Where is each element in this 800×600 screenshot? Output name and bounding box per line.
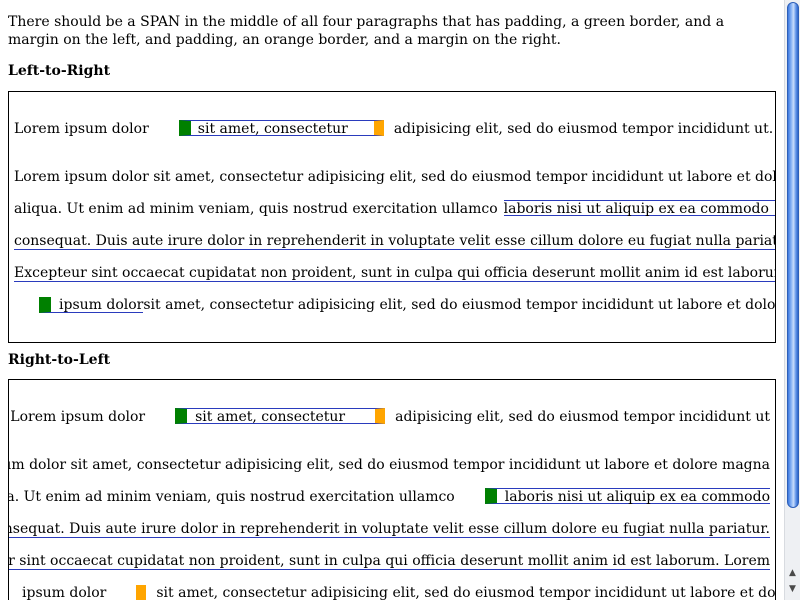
ltr-p2-line4: Excepteur sint occaecat cupidatat non pr… xyxy=(14,264,775,282)
ltr-p2-span-end: ipsum dolor xyxy=(39,297,144,313)
rtl-p1: .Lorem ipsum dolor sit amet, consectetur a… xyxy=(8,408,770,426)
rtl-box: .Lorem ipsum dolor sit amet, consectetur a… xyxy=(8,379,776,600)
ltr-p2-line1: Lorem ipsum dolor sit amet, consectetur … xyxy=(14,169,776,185)
scrollbar-thumb[interactable] xyxy=(787,2,799,508)
intro-text: There should be a SPAN in the middle of … xyxy=(8,14,725,48)
page-content: There should be a SPAN in the middle of … xyxy=(0,0,784,600)
ltr-p2-span-start: laboris nisi ut aliquip ex ea commodo xyxy=(503,200,775,217)
rtl-p2-line3: consequat. Duis aute irure dolor in repr… xyxy=(9,520,770,538)
rtl-p2-line1: Lorem ipsum dolor sit amet, consectetur … xyxy=(8,457,770,473)
rtl-p2-line2: aliqua. Ut enim ad minim veniam, quis no… xyxy=(8,488,770,506)
ltr-p2-line2-pre: aliqua. Ut enim ad minim veniam, quis no… xyxy=(14,201,498,217)
rtl-p2-line2-pre: aliqua. Ut enim ad minim veniam, quis no… xyxy=(8,489,455,505)
ltr-p2-line5: ipsum dolorsit amet, consectetur adipisi… xyxy=(39,296,776,314)
ltr-p1-post: adipisicing elit, sed do eiusmod tempor … xyxy=(393,121,774,137)
rtl-p2-line4: Excepteur sint occaecat cupidatat non pr… xyxy=(9,552,770,570)
rtl-p1-post: adipisicing elit, sed do eiusmod tempor … xyxy=(395,409,770,425)
ltr-p1-span: sit amet, consectetur xyxy=(178,120,384,137)
ltr-box: Lorem ipsum dolor sit amet, consectetur ad… xyxy=(8,91,776,343)
ltr-p1: Lorem ipsum dolor sit amet, consectetur ad… xyxy=(14,120,773,138)
ltr-p2-line3: consequat. Duis aute irure dolor in repr… xyxy=(14,232,775,250)
rtl-p2-span-mid2: Excepteur sint occaecat cupidatat non pr… xyxy=(9,553,770,570)
rtl-p2-line5: ipsum dolor sit amet, consectetur adipisi… xyxy=(22,584,776,600)
ltr-p2-span-mid2: Excepteur sint occaecat cupidatat non pr… xyxy=(14,265,775,282)
rtl-heading: Right-to-Left xyxy=(8,352,111,368)
ltr-p2-line2: aliqua. Ut enim ad minim veniam, quis no… xyxy=(14,200,775,218)
rtl-p2-span-end: ipsum dolor xyxy=(22,585,147,600)
ltr-heading: Left-to-Right xyxy=(8,63,111,79)
up-arrow-icon[interactable]: ▲ xyxy=(785,566,800,580)
ltr-p1-pre: Lorem ipsum dolor xyxy=(14,121,149,137)
rtl-p2-line5-post: sit amet, consectetur adipisicing elit, … xyxy=(156,585,776,600)
down-arrow-icon[interactable]: ▼ xyxy=(785,582,800,596)
rtl-p2-span-start: laboris nisi ut aliquip ex ea commodo xyxy=(484,488,770,505)
rtl-p2-span-mid1: consequat. Duis aute irure dolor in repr… xyxy=(9,521,770,538)
rtl-p1-span: sit amet, consectetur xyxy=(175,408,386,425)
ltr-p2-span-mid1: consequat. Duis aute irure dolor in repr… xyxy=(14,233,775,250)
vertical-scrollbar[interactable]: ▲ ▼ xyxy=(784,0,800,600)
ltr-p2-line5-post: sit amet, consectetur adipisicing elit, … xyxy=(143,297,776,313)
rtl-p1-pre: .Lorem ipsum dolor xyxy=(8,409,146,425)
